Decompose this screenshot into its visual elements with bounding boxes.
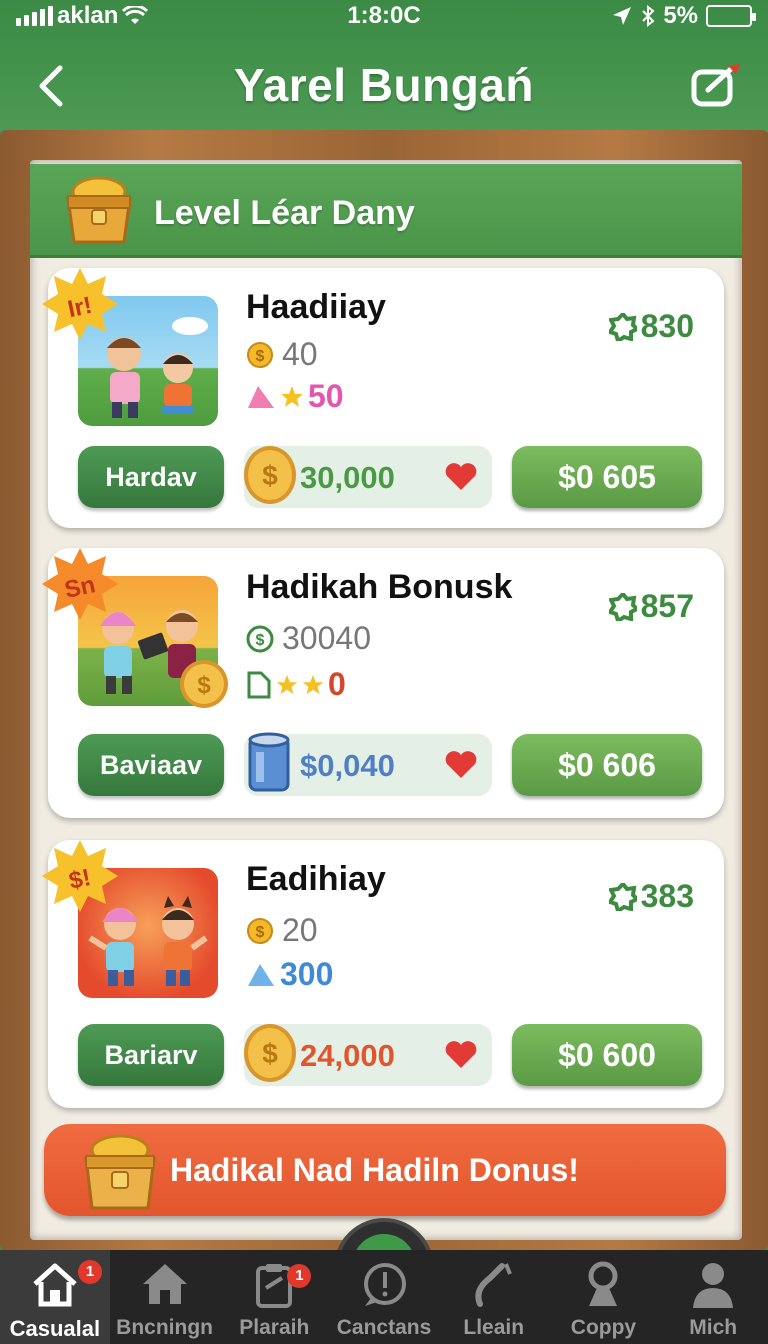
tab-mich[interactable]: Mich [658,1250,768,1344]
offer-name-button[interactable]: Bariarv [78,1024,224,1086]
heart-icon[interactable] [444,1040,478,1070]
amount-pill: $ 24,000 [244,1024,492,1086]
bottom-tab-bar: 1 Casualal Bncningn 1 Plaraih Canctans L… [0,1250,768,1344]
buy-price-button[interactable]: $0 606 [512,734,702,796]
tab-bncningn[interactable]: Bncningn [110,1250,220,1344]
top-header: aklan 1:8:0C 5% Yarel Bungań [0,0,768,132]
coin-stat: $ 40 [246,336,318,373]
buy-price-button[interactable]: $0 600 [512,1024,702,1086]
search-person-icon [588,1261,618,1306]
svg-text:$: $ [262,1038,278,1069]
bluetooth-icon [642,5,655,27]
document-icon [247,671,271,698]
offer-title: Hadikah Bonusk [246,568,513,606]
svg-text:$: $ [262,460,278,491]
score-value: 830 [608,308,694,345]
phone-icon [475,1263,512,1307]
level-banner: Level Léar Dany [30,164,742,258]
tab-plaraih[interactable]: 1 Plaraih [219,1250,329,1344]
score-value: 383 [608,878,694,915]
svg-text:$: $ [197,672,211,699]
gold-coin-icon: $ [244,446,296,504]
can-icon [248,732,290,792]
tab-lleain[interactable]: Lleain [439,1250,549,1344]
heart-icon[interactable] [444,462,478,492]
gem-icon [248,385,274,408]
offer-name-button[interactable]: Baviaav [78,734,224,796]
cash-stat: $ 30040 [246,620,371,657]
gem-stat: 300 [246,956,333,993]
notification-badge: 1 [78,1260,102,1284]
banner-title: Level Léar Dany [154,194,415,232]
star-icon [281,385,303,407]
page-title: Yarel Bungań [234,59,534,111]
dollar-coin-icon: $ [180,660,228,708]
gear-badge-icon [608,882,637,911]
offer-title: Eadihiay [246,860,386,898]
treasure-chest-icon [84,1134,156,1210]
amount-value: $0,040 [300,748,395,783]
location-arrow-icon [613,7,632,25]
chat-icon [364,1263,407,1306]
gear-badge-icon [608,592,637,621]
gold-coin-icon: $ [247,917,273,944]
amount-value: 24,000 [300,1038,395,1073]
star-icon [302,674,324,694]
amount-value: 30,000 [300,460,395,495]
amount-pill: $ 30,000 [244,446,492,508]
score-value: 857 [608,588,694,625]
offer-card[interactable]: Ir! Haadiiay $ 40 50 830 Hardav $ 30,000… [42,268,724,528]
gear-badge-icon [608,312,637,341]
notification-badge: 1 [287,1264,312,1288]
offer-card[interactable]: $ Sn Hadikah Bonusk $ 30040 0 857 Baviaa… [42,548,724,818]
edit-share-icon[interactable] [688,60,744,112]
star-stat: 0 [246,666,346,703]
bonus-button[interactable]: Hadikal Nad Hadiln Donus! [44,1124,726,1216]
offer-name-button[interactable]: Hardav [78,446,224,508]
tab-canctans[interactable]: Canctans [329,1250,439,1344]
home-icon [142,1264,187,1304]
star-icon [276,674,298,694]
dollar-coin-icon: $ [246,625,274,652]
offer-card[interactable]: $! Eadihiay $ 20 300 383 Bariarv $ 24,00… [42,840,724,1108]
svg-text:$: $ [256,632,265,649]
svg-text:$: $ [256,924,265,941]
coin-stat: $ 20 [246,912,318,949]
person-icon [693,1263,734,1308]
offer-title: Haadiiay [246,288,386,326]
tab-coppy[interactable]: Coppy [549,1250,659,1344]
gold-coin-icon: $ [244,1024,296,1082]
battery-icon [706,5,756,27]
bonus-label: Hadikal Nad Hadiln Donus! [170,1152,579,1188]
heart-icon[interactable] [444,750,478,780]
battery-percent: 5% [663,2,698,29]
treasure-chest-icon [66,176,132,244]
home-icon [33,1263,77,1307]
tab-casualal[interactable]: 1 Casualal [0,1250,110,1344]
status-bar: aklan 1:8:0C 5% [0,0,768,30]
svg-text:$: $ [256,348,265,365]
buy-price-button[interactable]: $0 605 [512,446,702,508]
gold-coin-icon: $ [247,341,273,368]
star-stat: 50 [246,378,344,415]
amount-pill: $0,040 [244,732,492,796]
gem-icon [248,963,274,986]
